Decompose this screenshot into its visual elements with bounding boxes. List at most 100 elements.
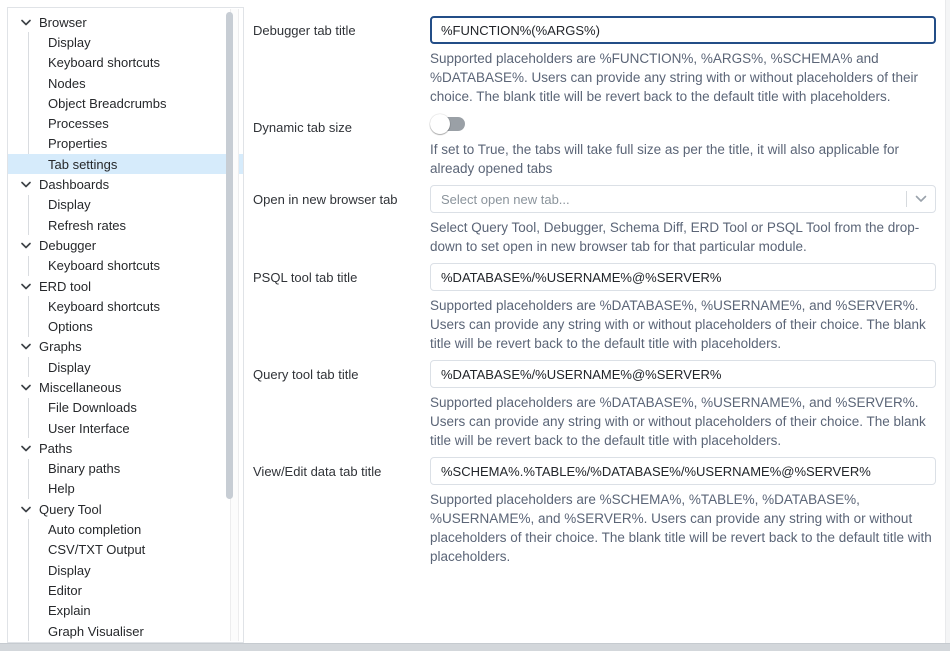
field-help-text: Supported placeholders are %FUNCTION%, %… xyxy=(430,49,936,106)
sidebar-item-processes[interactable]: Processes xyxy=(8,113,243,133)
sidebar-item-query-tool[interactable]: Query Tool xyxy=(8,499,243,519)
tree-item-label: Help xyxy=(48,481,75,496)
sidebar-item-csv-txt-output[interactable]: CSV/TXT Output xyxy=(8,540,243,560)
query-tool-tab-title-input[interactable] xyxy=(430,360,936,388)
sidebar-item-options[interactable]: Options xyxy=(8,316,243,336)
sidebar-scrollbar-track[interactable] xyxy=(230,9,239,641)
sidebar-item-file-downloads[interactable]: File Downloads xyxy=(8,398,243,418)
tree-item-label: Browser xyxy=(39,15,87,30)
sidebar-item-erd-tool[interactable]: ERD tool xyxy=(8,276,243,296)
field-help-text: Supported placeholders are %DATABASE%, %… xyxy=(430,296,936,353)
sidebar-item-graph-visualiser[interactable]: Graph Visualiser xyxy=(8,621,243,641)
field-query-tool-tab-title: Query tool tab title Supported placehold… xyxy=(253,360,936,457)
field-view-edit-data-tab-title: View/Edit data tab title Supported place… xyxy=(253,457,936,573)
bottom-scrollbar[interactable] xyxy=(0,643,950,651)
tree-item-label: Refresh rates xyxy=(48,218,126,233)
sidebar-item-display[interactable]: Display xyxy=(8,195,243,215)
chevron-down-icon xyxy=(21,506,39,513)
tree-item-label: Keyboard shortcuts xyxy=(48,55,160,70)
chevron-down-icon xyxy=(21,181,39,188)
tree-item-label: Tab settings xyxy=(48,157,117,172)
tree-item-label: Object Breadcrumbs xyxy=(48,96,167,111)
tree-item-label: Graph Visualiser xyxy=(48,624,144,639)
field-help-text: Supported placeholders are %SCHEMA%, %TA… xyxy=(430,490,936,566)
dynamic-tab-size-toggle[interactable] xyxy=(430,113,468,135)
select-separator xyxy=(906,191,907,207)
tree-item-label: Display xyxy=(48,197,91,212)
sidebar-item-miscellaneous[interactable]: Miscellaneous xyxy=(8,377,243,397)
chevron-down-icon xyxy=(21,19,39,26)
tree-item-label: Display xyxy=(48,360,91,375)
sidebar-item-explain[interactable]: Explain xyxy=(8,601,243,621)
field-help-text: Supported placeholders are %DATABASE%, %… xyxy=(430,393,936,450)
sidebar-item-dashboards[interactable]: Dashboards xyxy=(8,174,243,194)
toggle-thumb xyxy=(430,114,450,134)
view-edit-data-tab-title-input[interactable] xyxy=(430,457,936,485)
field-open-in-new-browser-tab: Open in new browser tab Select open new … xyxy=(253,185,936,263)
chevron-down-icon xyxy=(21,384,39,391)
tree-item-label: Nodes xyxy=(48,76,86,91)
sidebar-item-graphs[interactable]: Graphs xyxy=(8,337,243,357)
sidebar-item-nodes[interactable]: Nodes xyxy=(8,73,243,93)
tree-item-label: Debugger xyxy=(39,238,96,253)
tree-item-label: Binary paths xyxy=(48,461,120,476)
chevron-down-icon xyxy=(21,445,39,452)
field-label: Query tool tab title xyxy=(253,360,430,382)
tree-item-label: User Interface xyxy=(48,421,130,436)
tree-item-label: Display xyxy=(48,35,91,50)
sidebar-item-tab-settings[interactable]: Tab settings xyxy=(8,154,243,174)
sidebar-item-display[interactable]: Display xyxy=(8,32,243,52)
sidebar-item-object-breadcrumbs[interactable]: Object Breadcrumbs xyxy=(8,93,243,113)
sidebar-item-display[interactable]: Display xyxy=(8,357,243,377)
field-label: Dynamic tab size xyxy=(253,113,430,135)
psql-tool-tab-title-input[interactable] xyxy=(430,263,936,291)
preferences-dialog: Browser Display Keyboard shortcuts Nodes… xyxy=(0,0,950,651)
sidebar-item-editor[interactable]: Editor xyxy=(8,580,243,600)
tree-item-label: File Downloads xyxy=(48,400,137,415)
chevron-down-icon xyxy=(915,195,927,203)
tree-item-label: ERD tool xyxy=(39,279,91,294)
tree-item-label: Paths xyxy=(39,441,72,456)
sidebar-item-debugger[interactable]: Debugger xyxy=(8,235,243,255)
tree-item-label: Explain xyxy=(48,603,91,618)
preferences-sidebar: Browser Display Keyboard shortcuts Nodes… xyxy=(7,7,244,643)
chevron-down-icon xyxy=(21,242,39,249)
sidebar-item-properties[interactable]: Properties xyxy=(8,134,243,154)
field-psql-tool-tab-title: PSQL tool tab title Supported placeholde… xyxy=(253,263,936,360)
sidebar-item-keyboard-shortcuts[interactable]: Keyboard shortcuts xyxy=(8,256,243,276)
sidebar-item-paths[interactable]: Paths xyxy=(8,438,243,458)
tree-item-label: Dashboards xyxy=(39,177,109,192)
tree-item-label: Editor xyxy=(48,583,82,598)
sidebar-item-display[interactable]: Display xyxy=(8,560,243,580)
field-debugger-tab-title: Debugger tab title Supported placeholder… xyxy=(253,16,936,113)
sidebar-item-auto-completion[interactable]: Auto completion xyxy=(8,519,243,539)
tree-item-label: Miscellaneous xyxy=(39,380,121,395)
field-label: Debugger tab title xyxy=(253,16,430,38)
sidebar-item-browser[interactable]: Browser xyxy=(8,12,243,32)
tree-item-label: Graphs xyxy=(39,339,82,354)
field-dynamic-tab-size: Dynamic tab size If set to True, the tab… xyxy=(253,113,936,185)
tree-item-label: Keyboard shortcuts xyxy=(48,258,160,273)
sidebar-scrollbar-thumb[interactable] xyxy=(226,12,233,499)
field-label: Open in new browser tab xyxy=(253,185,430,207)
content-scrollbar-gutter xyxy=(945,0,950,643)
field-help-text: Select Query Tool, Debugger, Schema Diff… xyxy=(430,218,936,256)
open-in-new-browser-tab-select[interactable]: Select open new tab... xyxy=(430,185,936,213)
tree-item-label: Processes xyxy=(48,116,109,131)
debugger-tab-title-input[interactable] xyxy=(430,16,936,44)
tree-item-label: Query Tool xyxy=(39,502,102,517)
preferences-tree: Browser Display Keyboard shortcuts Nodes… xyxy=(8,8,243,641)
sidebar-item-user-interface[interactable]: User Interface xyxy=(8,418,243,438)
sidebar-item-binary-paths[interactable]: Binary paths xyxy=(8,459,243,479)
chevron-down-icon xyxy=(21,283,39,290)
chevron-down-icon xyxy=(21,343,39,350)
tree-item-label: Options xyxy=(48,319,93,334)
sidebar-item-keyboard-shortcuts[interactable]: Keyboard shortcuts xyxy=(8,53,243,73)
select-placeholder: Select open new tab... xyxy=(441,192,906,207)
sidebar-item-help[interactable]: Help xyxy=(8,479,243,499)
sidebar-item-refresh-rates[interactable]: Refresh rates xyxy=(8,215,243,235)
sidebar-item-keyboard-shortcuts[interactable]: Keyboard shortcuts xyxy=(8,296,243,316)
tree-item-label: CSV/TXT Output xyxy=(48,542,145,557)
field-help-text: If set to True, the tabs will take full … xyxy=(430,140,936,178)
tree-item-label: Auto completion xyxy=(48,522,141,537)
